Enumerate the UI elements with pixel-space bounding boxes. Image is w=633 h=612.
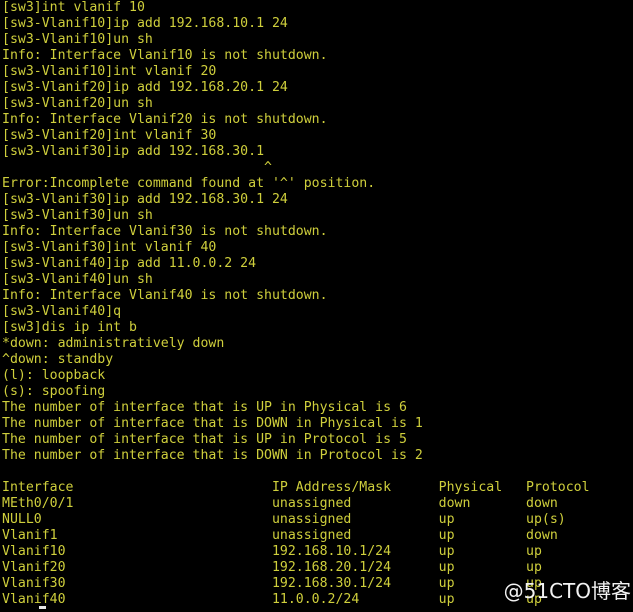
terminal-line: [sw3-Vlanif40]un sh [2,272,153,287]
terminal-line: [sw3-Vlanif10]un sh [2,32,153,47]
terminal-line: [sw3-Vlanif40]q [2,304,122,319]
terminal-line: Info: Interface Vlanif20 is not shutdown… [2,112,328,127]
terminal-line: Info: Interface Vlanif10 is not shutdown… [2,48,328,63]
terminal-line: Error:Incomplete command found at '^' po… [2,176,376,191]
terminal-line: MEth0/0/1 unassigned down down [2,496,558,511]
terminal-line: [sw3-Vlanif20]int vlanif 30 [2,128,217,143]
terminal-line: [sw3-Vlanif20]ip add 192.168.20.1 24 [2,80,288,95]
watermark-label: @51CTO博客 [503,579,631,603]
terminal-line: [sw3]int vlanif 10 [2,0,145,15]
terminal-line: Vlanif1 unassigned up down [2,528,558,543]
terminal-line: ^ [2,160,272,175]
terminal-screen[interactable]: [sw3]int vlanif 10 [sw3-Vlanif10]ip add 1… [0,0,633,612]
text-cursor [39,606,46,609]
terminal-line: [sw3-Vlanif10]ip add 192.168.10.1 24 [2,16,288,31]
terminal-line: Info: Interface Vlanif40 is not shutdown… [2,288,328,303]
terminal-line: [sw3]dis ip int b [2,320,137,335]
terminal-line: [sw3-Vlanif10]int vlanif 20 [2,64,217,79]
terminal-line: Info: Interface Vlanif30 is not shutdown… [2,224,328,239]
terminal-line: ^down: standby [2,352,114,367]
terminal-line: *down: administratively down [2,336,225,351]
terminal-line: [sw3-Vlanif30]ip add 192.168.30.1 24 [2,192,288,207]
terminal-line: Interface IP Address/Mask Physical Proto… [2,480,590,495]
terminal-line: [sw3-Vlanif30]un sh [2,208,153,223]
terminal-line: NULL0 unassigned up up(s) [2,512,566,527]
terminal-line: The number of interface that is DOWN in … [2,448,423,463]
terminal-line: The number of interface that is UP in Pr… [2,432,407,447]
terminal-line: [sw3-Vlanif40]ip add 11.0.0.2 24 [2,256,257,271]
terminal-line: The number of interface that is UP in Ph… [2,400,407,415]
terminal-line: (s): spoofing [2,384,106,399]
terminal-line: [sw3-Vlanif20]un sh [2,96,153,111]
terminal-line: Vlanif10 192.168.10.1/24 up up [2,544,542,559]
terminal-output: [sw3]int vlanif 10 [sw3-Vlanif10]ip add 1… [2,0,633,608]
terminal-line: (l): loopback [2,368,106,383]
terminal-line: The number of interface that is DOWN in … [2,416,423,431]
terminal-line: [sw3-Vlanif30]ip add 192.168.30.1 [2,144,265,159]
terminal-line: [sw3-Vlanif30]int vlanif 40 [2,240,217,255]
terminal-line: Vlanif20 192.168.20.1/24 up up [2,560,542,575]
